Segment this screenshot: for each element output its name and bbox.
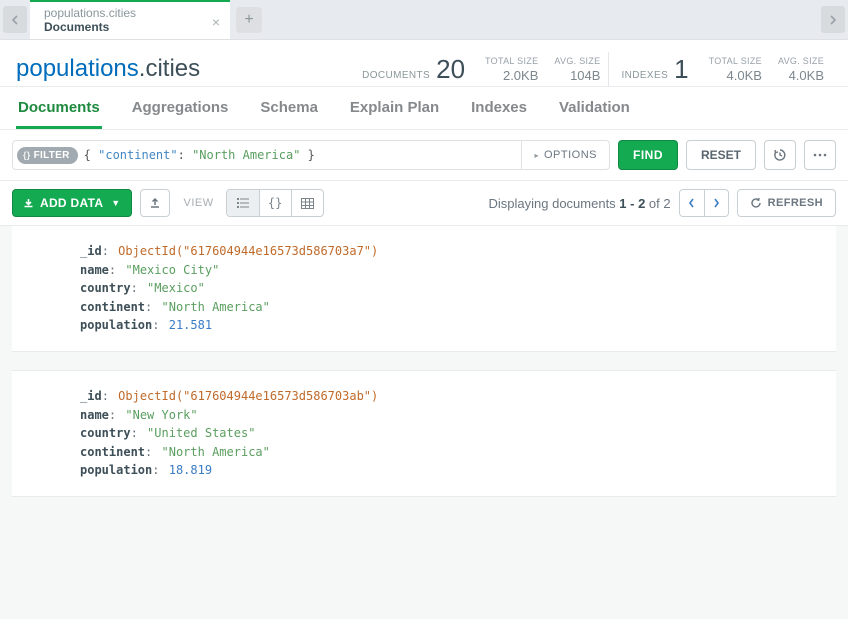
braces-icon: {} xyxy=(268,196,282,210)
documents-toolbar: ADD DATA ▼ VIEW {} Displaying documents … xyxy=(0,181,848,226)
indexes-count-label: INDEXES xyxy=(621,70,668,85)
refresh-icon xyxy=(750,197,762,209)
tab-schema[interactable]: Schema xyxy=(258,87,320,129)
field-name-value: "Mexico City" xyxy=(125,263,219,277)
view-toggle: {} xyxy=(226,189,324,217)
query-bar: FILTER { "continent": "North America" } … xyxy=(0,130,848,181)
document-card[interactable]: _id: ObjectId("617604944e16573d586703ab"… xyxy=(12,370,836,497)
upload-icon xyxy=(149,197,161,209)
list-icon xyxy=(236,197,250,209)
prev-page-button[interactable] xyxy=(680,190,704,216)
field-country-value: "Mexico" xyxy=(147,281,205,295)
documents-list: _id: ObjectId("617604944e16573d586703a7"… xyxy=(0,226,848,509)
field-id-value: ObjectId("617604944e16573d586703a7") xyxy=(118,244,378,258)
field-continent-value: "North America" xyxy=(162,445,270,459)
idx-avg-size-label: AVG. SIZE xyxy=(778,55,824,68)
caret-down-icon: ▼ xyxy=(111,198,120,208)
avg-size: 104B xyxy=(570,68,600,83)
chevron-right-icon xyxy=(713,198,720,208)
field-name-key: name xyxy=(80,263,109,277)
tab-aggregations[interactable]: Aggregations xyxy=(130,87,231,129)
tab-bar: populations.cities Documents × + xyxy=(0,0,848,40)
collection-header: populations.cities DOCUMENTS 20 TOTAL SI… xyxy=(0,40,848,87)
dots-icon xyxy=(813,153,827,157)
history-icon xyxy=(773,148,787,162)
field-continent-key: continent xyxy=(80,445,145,459)
tab-indexes[interactable]: Indexes xyxy=(469,87,529,129)
chevron-left-icon xyxy=(688,198,695,208)
field-population-value: 18.819 xyxy=(169,463,212,477)
download-icon xyxy=(23,198,34,209)
field-name-key: name xyxy=(80,408,109,422)
field-population-key: population xyxy=(80,318,152,332)
field-name-value: "New York" xyxy=(125,408,197,422)
collection-subtabs: Documents Aggregations Schema Explain Pl… xyxy=(0,87,848,130)
field-population-value: 21.581 xyxy=(169,318,212,332)
add-data-button[interactable]: ADD DATA ▼ xyxy=(12,189,132,217)
import-file-button[interactable] xyxy=(140,189,170,217)
document-card[interactable]: _id: ObjectId("617604944e16573d586703a7"… xyxy=(12,226,836,352)
filter-input[interactable]: { "continent": "North America" } xyxy=(84,148,522,162)
view-list-button[interactable] xyxy=(227,190,259,216)
tab-subtitle: Documents xyxy=(44,20,200,36)
workspace-tab[interactable]: populations.cities Documents × xyxy=(30,0,230,39)
namespace: populations.cities xyxy=(16,55,200,83)
field-population-key: population xyxy=(80,463,152,477)
refresh-button[interactable]: REFRESH xyxy=(737,189,836,217)
view-json-button[interactable]: {} xyxy=(259,190,291,216)
tab-documents[interactable]: Documents xyxy=(16,87,102,129)
documents-count-label: DOCUMENTS xyxy=(362,70,430,85)
new-tab-button[interactable]: + xyxy=(236,7,262,33)
total-size: 2.0KB xyxy=(503,68,538,83)
history-button[interactable] xyxy=(764,140,796,170)
field-id-value: ObjectId("617604944e16573d586703ab") xyxy=(118,389,378,403)
avg-size-label: AVG. SIZE xyxy=(554,55,600,68)
database-name: populations xyxy=(16,55,139,82)
idx-total-size: 4.0KB xyxy=(727,68,762,83)
options-toggle[interactable]: OPTIONS xyxy=(521,141,609,169)
tab-title: populations.cities xyxy=(44,6,200,20)
display-count-text: Displaying documents 1 - 2 of 2 xyxy=(489,196,671,211)
view-label: VIEW xyxy=(184,197,214,209)
more-menu-button[interactable] xyxy=(804,140,836,170)
idx-total-size-label: TOTAL SIZE xyxy=(709,55,762,68)
filter-badge: FILTER xyxy=(17,147,78,164)
documents-count: 20 xyxy=(436,54,465,85)
idx-avg-size: 4.0KB xyxy=(789,68,824,83)
view-table-button[interactable] xyxy=(291,190,323,216)
next-page-button[interactable] xyxy=(704,190,728,216)
close-tab-button[interactable]: × xyxy=(212,14,220,30)
field-country-value: "United States" xyxy=(147,426,255,440)
indexes-count: 1 xyxy=(674,54,688,85)
pager xyxy=(679,189,729,217)
table-icon xyxy=(301,198,314,209)
field-country-key: country xyxy=(80,426,131,440)
filter-input-container: FILTER { "continent": "North America" } … xyxy=(12,140,610,170)
find-button[interactable]: FIND xyxy=(618,140,678,170)
total-size-label: TOTAL SIZE xyxy=(485,55,538,68)
field-continent-value: "North America" xyxy=(162,300,270,314)
tab-prev-button[interactable] xyxy=(3,6,27,33)
add-data-label: ADD DATA xyxy=(40,196,103,210)
tab-next-button[interactable] xyxy=(821,6,845,33)
collection-name: cities xyxy=(145,55,200,82)
refresh-label: REFRESH xyxy=(768,197,823,209)
collection-stats: DOCUMENTS 20 TOTAL SIZE 2.0KB AVG. SIZE … xyxy=(350,52,832,86)
tab-validation[interactable]: Validation xyxy=(557,87,632,129)
reset-button[interactable]: RESET xyxy=(686,140,756,170)
field-continent-key: continent xyxy=(80,300,145,314)
tab-explain-plan[interactable]: Explain Plan xyxy=(348,87,441,129)
field-country-key: country xyxy=(80,281,131,295)
